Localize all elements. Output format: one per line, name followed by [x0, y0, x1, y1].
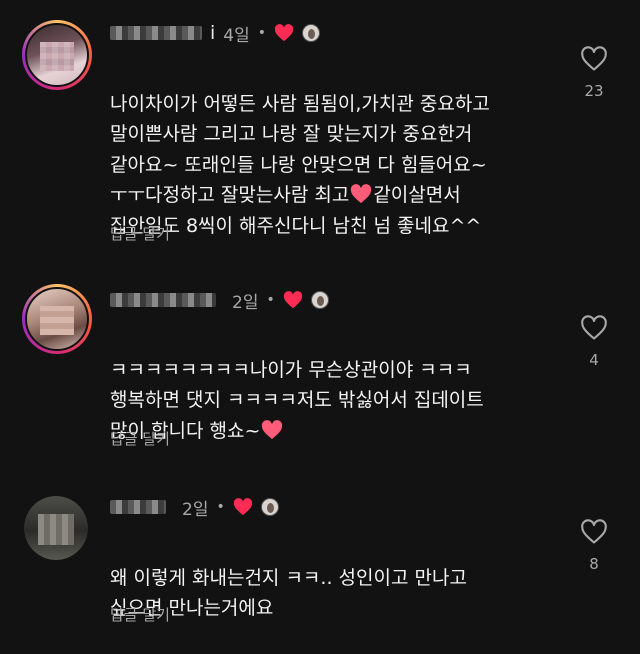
comment-time: 2일: [232, 292, 259, 313]
heart-emoji-icon: [262, 419, 283, 439]
username-redacted[interactable]: [110, 500, 166, 514]
like-count: 8: [589, 555, 599, 573]
comment-header: 2일 •: [110, 494, 279, 520]
like-area: 4: [579, 315, 609, 369]
comment-header: 2일 •: [110, 287, 329, 313]
comment-text: ㅋㅋㅋㅋㅋㅋㅋㅋ나이가 무슨상관이야 ㅋㅋㅋ 행복하면 댓지 ㅋㅋㅋㅋ저도 밖싫…: [110, 324, 570, 446]
username[interactable]: i: [210, 22, 215, 44]
comment-header: i 4일 •: [110, 20, 321, 46]
creator-avatar-icon: [260, 498, 279, 516]
separator-dot: •: [257, 25, 267, 41]
comment-text: 나이차이가 어떻든 사람 됨됨이,가치관 중요하고 말이쁜사람 그리고 나랑 잘…: [110, 58, 570, 241]
like-area: 8: [579, 519, 609, 573]
heart-filled-icon: [283, 291, 302, 309]
commenter-avatar[interactable]: [22, 284, 92, 354]
comment-text: 왜 이렇게 화내는건지 ㅋㅋ.. 성인이고 만나고 싶으면 만나는거에요: [110, 532, 570, 624]
like-count: 4: [589, 351, 599, 369]
username-redacted[interactable]: [110, 293, 216, 307]
comment-2: 2일 • ㅋㅋㅋㅋㅋㅋㅋㅋ나이가 무슨상관이야 ㅋㅋㅋ 행복하면 댓지 ㅋㅋㅋㅋ…: [0, 280, 640, 460]
heart-filled-icon: [274, 24, 294, 42]
reply-button[interactable]: 답글 달기: [110, 223, 170, 244]
creator-avatar-icon: [302, 24, 321, 42]
reply-button[interactable]: 답글 달기: [110, 604, 170, 625]
heart-emoji-icon: [351, 184, 372, 204]
comment-1: i 4일 • 나이차이가 어떻든 사람 됨됨이,가치관 중요하고 말이쁜사람 그…: [0, 0, 640, 262]
separator-dot: •: [216, 499, 225, 515]
heart-outline-icon[interactable]: [580, 315, 608, 341]
commenter-avatar[interactable]: [24, 496, 88, 560]
creator-avatar-icon: [310, 291, 329, 309]
heart-outline-icon[interactable]: [580, 519, 608, 545]
comment-time: 2일: [182, 499, 209, 520]
comment-3: 2일 • 왜 이렇게 화내는건지 ㅋㅋ.. 성인이고 만나고 싶으면 만나는거에…: [0, 484, 640, 654]
heart-outline-icon[interactable]: [580, 46, 608, 72]
separator-dot: •: [266, 292, 275, 308]
username-redacted[interactable]: [110, 26, 202, 40]
comment-time: 4일: [223, 25, 250, 46]
like-area: 23: [579, 46, 609, 100]
heart-filled-icon: [233, 498, 252, 516]
reply-button[interactable]: 답글 달기: [110, 428, 170, 449]
like-count: 23: [584, 82, 604, 100]
commenter-avatar[interactable]: [22, 20, 92, 90]
